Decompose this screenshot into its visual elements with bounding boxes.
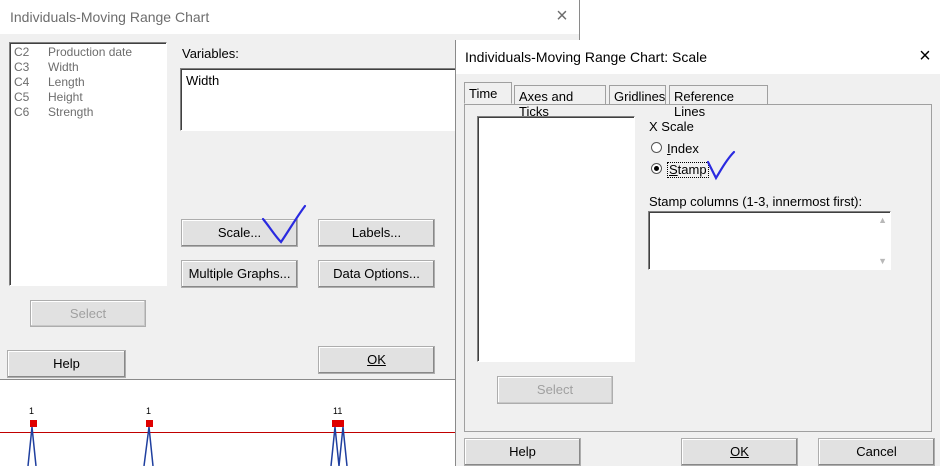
cancel-button[interactable]: Cancel xyxy=(818,438,935,466)
close-icon[interactable]: × xyxy=(552,6,572,27)
column-id: C2 xyxy=(14,45,30,59)
scroll-down-icon[interactable]: ▼ xyxy=(878,256,887,266)
column-list-item[interactable]: C3 Width xyxy=(14,60,132,75)
stamp-columns-label: Stamp columns (1-3, innermost first): xyxy=(649,194,863,209)
select-button[interactable]: Select xyxy=(30,300,146,327)
scale-dialog: Individuals-Moving Range Chart: Scale × … xyxy=(455,40,940,466)
select-button[interactable]: Select xyxy=(497,376,613,404)
tab-time[interactable]: Time xyxy=(464,82,512,104)
column-id: C3 xyxy=(14,60,30,74)
variables-value: Width xyxy=(186,73,220,88)
column-list-item[interactable]: C6 Strength xyxy=(14,105,132,120)
index-label: Index xyxy=(667,141,699,156)
time-column-list[interactable] xyxy=(477,116,635,362)
column-name: Height xyxy=(48,90,83,104)
help-button[interactable]: Help xyxy=(464,438,581,466)
chart-series xyxy=(27,426,348,466)
scroll-up-icon[interactable]: ▲ xyxy=(878,215,887,225)
column-id: C5 xyxy=(14,90,30,104)
variables-field[interactable]: Width xyxy=(180,68,470,131)
background-chart: 1 1 11 xyxy=(0,380,460,466)
column-name: Width xyxy=(48,60,79,74)
data-options-button[interactable]: Data Options... xyxy=(318,260,435,288)
tab-gridlines[interactable]: Gridlines xyxy=(609,85,666,105)
column-name: Production date xyxy=(48,45,133,59)
stamp-label: Stamp xyxy=(667,162,709,178)
multiple-graphs-button[interactable]: Multiple Graphs... xyxy=(181,260,298,288)
column-name: Length xyxy=(48,75,85,89)
column-id: C4 xyxy=(14,75,30,89)
column-list-item[interactable]: C4 Length xyxy=(14,75,132,90)
column-name: Strength xyxy=(48,105,94,119)
labels-button[interactable]: Labels... xyxy=(318,219,435,247)
column-id: C6 xyxy=(14,105,30,119)
tab-axes-and-ticks[interactable]: Axes and Ticks xyxy=(514,85,606,119)
ok-button[interactable]: OK xyxy=(681,438,798,466)
main-dialog-title: Individuals-Moving Range Chart xyxy=(10,9,210,25)
close-icon[interactable]: × xyxy=(915,46,935,67)
column-list-item[interactable]: C5 Height xyxy=(14,90,132,105)
column-list-item[interactable]: C2 Production date xyxy=(14,45,132,60)
scale-titlebar: Individuals-Moving Range Chart: Scale × xyxy=(456,40,940,74)
checkmark-annotation xyxy=(261,204,307,244)
stamp-columns-field[interactable]: ▲ ▼ xyxy=(648,211,891,270)
main-titlebar: Individuals-Moving Range Chart × xyxy=(0,0,579,34)
checkmark-annotation xyxy=(706,150,736,181)
column-list[interactable]: C2 Production date C3 Width C4 Length C5 Height… xyxy=(9,42,167,286)
ok-button[interactable]: OK xyxy=(318,346,435,374)
tab-reference-lines[interactable]: Reference Lines xyxy=(669,85,768,119)
scale-dialog-title: Individuals-Moving Range Chart: Scale xyxy=(465,49,708,65)
index-radio[interactable] xyxy=(651,142,662,153)
stamp-radio[interactable] xyxy=(651,163,662,174)
help-button[interactable]: Help xyxy=(7,350,126,378)
variables-label: Variables: xyxy=(182,46,239,61)
x-scale-label: X Scale xyxy=(649,119,694,134)
